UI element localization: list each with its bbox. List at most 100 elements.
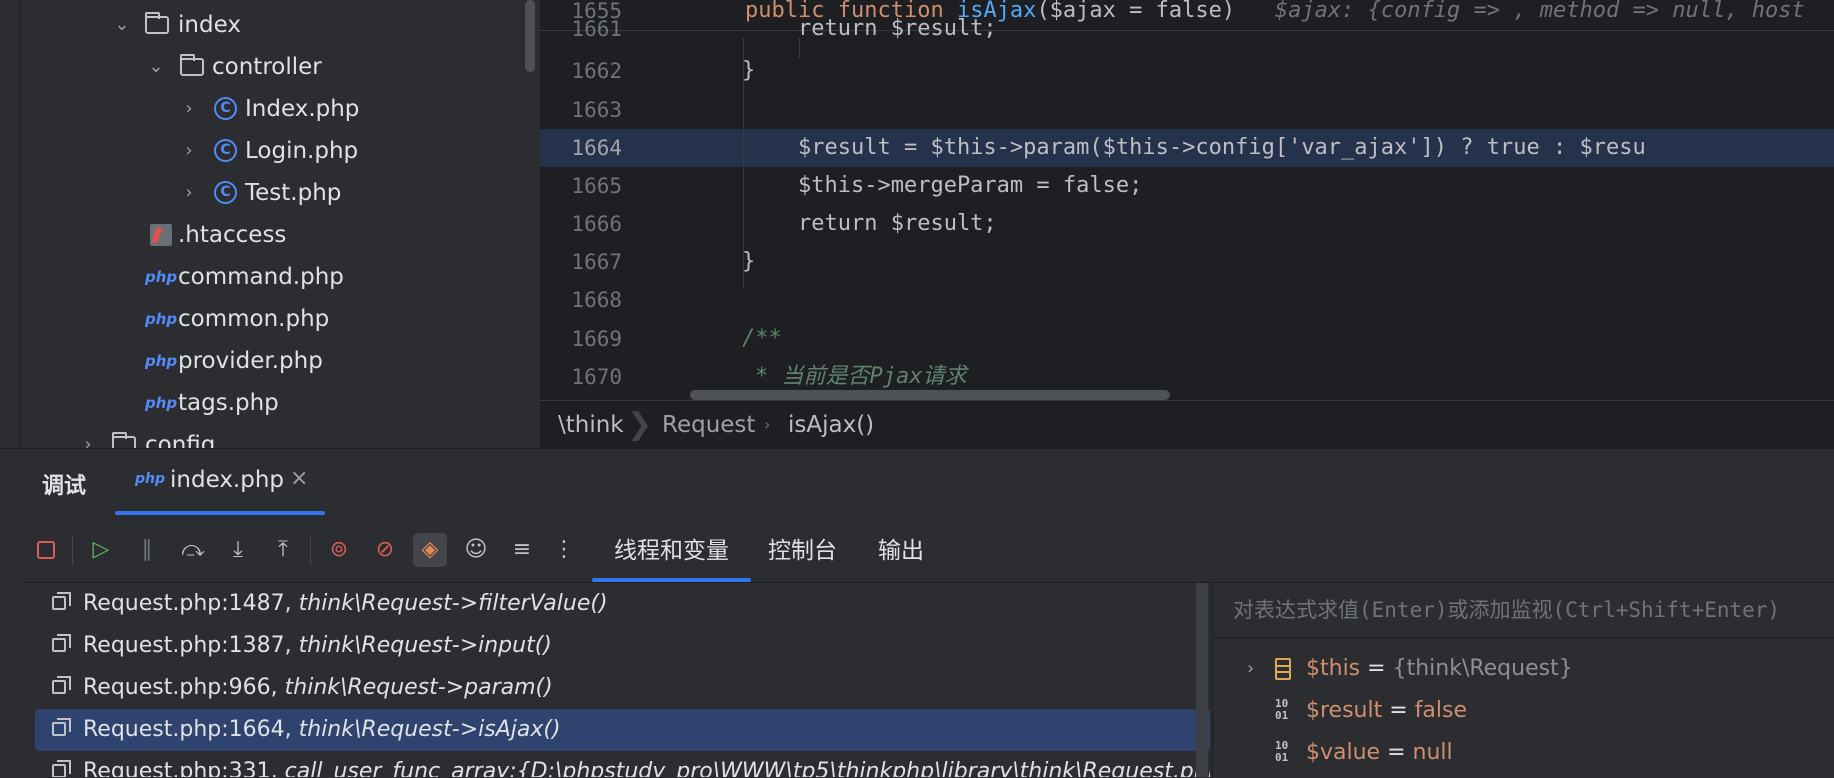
frame-location: Request.php:1487, — [83, 591, 292, 616]
line-number: 1662 — [571, 59, 622, 83]
step-out-icon[interactable]: ⤒ — [266, 533, 300, 567]
tree-item-test-php[interactable]: › C Test.php — [0, 172, 520, 214]
variable-row-value[interactable]: 10 01 $value = null — [1213, 732, 1834, 774]
breadcrumb-namespace[interactable]: \think — [558, 401, 624, 449]
php-file-icon: php — [145, 310, 178, 328]
active-tab-indicator — [115, 511, 325, 515]
line-number: 1670 — [571, 365, 622, 389]
chevron-right-icon: › — [764, 415, 771, 434]
equals-sign: = — [1387, 740, 1406, 765]
code-line[interactable]: return $result; — [798, 205, 997, 243]
line-number: 1666 — [571, 212, 622, 236]
tree-item-tags-php[interactable]: php tags.php — [0, 382, 520, 424]
chevron-right-icon[interactable]: › — [1247, 648, 1254, 690]
pause-icon[interactable]: ∥ — [130, 533, 164, 567]
mute-breakpoints-icon[interactable]: ⊘ — [368, 533, 402, 567]
line-number: 1668 — [571, 288, 622, 312]
variable-entry: $value = null — [1306, 732, 1453, 774]
breadcrumb-separator-icon: ❯ — [627, 407, 653, 442]
evaluate-expression-input[interactable]: 对表达式求值(Enter)或添加监视(Ctrl+Shift+Enter) — [1213, 583, 1834, 638]
breadcrumb: \think ❯ Request › isAjax() — [540, 400, 1834, 449]
line-number: 1664 — [571, 136, 622, 160]
frame-location: Request.php:966, — [83, 675, 278, 700]
frame-text: Request.php:331, call_user_func_array:{D… — [83, 751, 1210, 777]
stop-icon[interactable] — [29, 533, 63, 567]
tab-output[interactable]: 输出 — [878, 520, 924, 582]
line-number: 1669 — [571, 327, 622, 351]
tree-item-label: controller — [212, 54, 322, 80]
debug-panel-title: 调试 — [42, 474, 87, 499]
chevron-right-icon[interactable]: › — [78, 424, 98, 448]
tree-item-config[interactable]: › config — [0, 424, 520, 448]
stack-frame[interactable]: Request.php:331, call_user_func_array:{D… — [35, 751, 1210, 777]
tab-threads-variables[interactable]: 线程和变量 — [592, 520, 751, 582]
variables-panel: 对表达式求值(Enter)或添加监视(Ctrl+Shift+Enter) › $… — [1212, 583, 1834, 777]
tree-item-provider-php[interactable]: php provider.php — [0, 340, 520, 382]
debug-toolbar: ▷ ∥ ⤼ ⤓ ⤒ ⊚ ⊘ ◈ ☺ ≡ ⋮ 线程和变量 控制台 输出 — [20, 520, 1834, 583]
step-into-icon[interactable]: ⤓ — [221, 533, 255, 567]
equals-sign: = — [1389, 698, 1408, 723]
stack-frame[interactable]: Request.php:1487, think\Request->filterV… — [35, 583, 1210, 625]
variable-row-this[interactable]: › $this = {think\Request} — [1213, 648, 1834, 690]
chevron-right-icon[interactable]: › — [179, 130, 199, 172]
add-watch-icon[interactable]: ≡ — [505, 533, 539, 567]
variable-value: false — [1414, 698, 1468, 723]
class-icon: C — [214, 97, 237, 120]
frame-method: think\Request->param() — [284, 675, 553, 700]
variable-row-result[interactable]: 10 01 $result = false — [1213, 690, 1834, 732]
code-line[interactable]: } — [742, 243, 755, 281]
chevron-right-icon[interactable]: › — [179, 172, 199, 214]
chevron-right-icon[interactable]: › — [179, 88, 199, 130]
debug-session-tab[interactable]: php index.php × — [115, 453, 325, 515]
tree-item-controller[interactable]: ⌄ controller — [0, 46, 520, 88]
code-line[interactable]: return $result; — [798, 10, 997, 48]
tree-item-index[interactable]: ⌄ index — [0, 4, 520, 46]
tree-item-htaccess[interactable]: .htaccess — [0, 214, 520, 256]
tree-item-label: command.php — [178, 264, 344, 290]
editor-horizontal-scrollbar[interactable] — [690, 390, 1170, 400]
breadcrumb-method[interactable]: isAjax() — [788, 401, 874, 449]
view-breakpoints-icon[interactable]: ⊚ — [322, 533, 356, 567]
inline-debug-hint: $ajax: {config => , method => null, host — [1274, 0, 1805, 23]
sticky-line[interactable]: 1655 public function isAjax($ajax = fals… — [540, 0, 1834, 31]
stack-frame[interactable]: Request.php:1387, think\Request->input() — [35, 625, 1210, 667]
class-icon: C — [214, 139, 237, 162]
tree-item-label: provider.php — [178, 348, 323, 374]
code-line[interactable]: /** — [742, 320, 782, 358]
code-line[interactable]: $result = $this->param($this->config['va… — [798, 129, 1646, 167]
stack-frame[interactable]: Request.php:966, think\Request->param() — [35, 667, 1210, 709]
frame-method: think\Request->input() — [298, 633, 552, 658]
breadcrumb-class[interactable]: Request — [662, 401, 755, 449]
tab-console[interactable]: 控制台 — [768, 520, 837, 582]
stack-frame[interactable]: Request.php:1664, think\Request->isAjax(… — [35, 709, 1210, 751]
debug-settings-icon[interactable]: ☺ — [459, 533, 493, 567]
folder-icon — [112, 432, 136, 448]
frame-icon — [52, 634, 71, 652]
variable-name: $this — [1306, 656, 1361, 681]
equals-sign: = — [1367, 656, 1386, 681]
code-params: ($ajax = false) — [1036, 0, 1236, 23]
code-line[interactable]: $this->mergeParam = false; — [798, 167, 1142, 205]
variable-name: $value — [1306, 740, 1381, 765]
tree-item-login-php[interactable]: › C Login.php — [0, 130, 520, 172]
frames-scrollbar[interactable] — [1196, 583, 1208, 777]
code-line[interactable]: } — [742, 52, 755, 90]
listen-connections-icon[interactable]: ◈ — [413, 533, 447, 567]
variable-value: null — [1412, 740, 1453, 765]
resume-icon[interactable]: ▷ — [84, 533, 118, 567]
close-icon[interactable]: × — [290, 466, 308, 491]
tree-item-command-php[interactable]: php command.php — [0, 256, 520, 298]
chevron-down-icon[interactable]: ⌄ — [112, 4, 132, 46]
step-over-icon[interactable]: ⤼ — [176, 533, 210, 567]
tree-item-label: Login.php — [245, 138, 359, 164]
more-options-icon[interactable]: ⋮ — [547, 533, 581, 567]
tree-item-common-php[interactable]: php common.php — [0, 298, 520, 340]
frame-location: Request.php:1664, — [83, 717, 292, 742]
tree-item-index-php[interactable]: › C Index.php — [0, 88, 520, 130]
tree-item-label: index — [178, 12, 241, 38]
chevron-down-icon[interactable]: ⌄ — [146, 46, 166, 88]
code-editor[interactable]: 1655 public function isAjax($ajax = fals… — [540, 0, 1834, 400]
tree-scrollbar[interactable] — [525, 0, 535, 72]
frame-location: Request.php:331, — [83, 759, 278, 777]
variable-entry: $this = {think\Request} — [1306, 648, 1573, 690]
